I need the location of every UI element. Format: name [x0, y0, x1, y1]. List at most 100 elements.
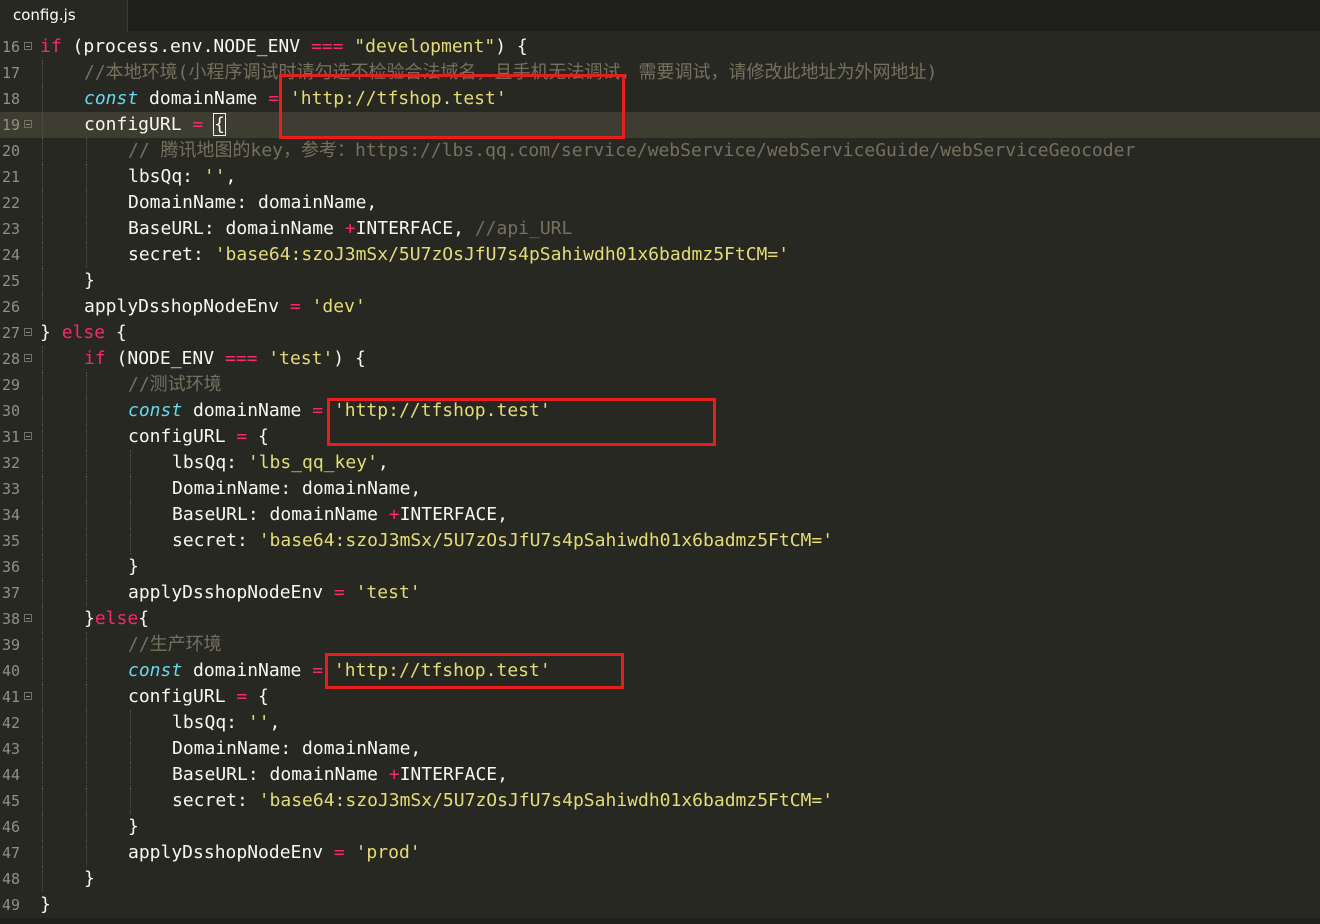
code-token: }: [128, 556, 139, 577]
fold-toggle-icon[interactable]: [24, 354, 32, 362]
indent-guide: [42, 684, 43, 710]
code-token: +: [388, 504, 400, 525]
indent-guide: [86, 398, 87, 424]
code-line[interactable]: 25}: [0, 268, 1320, 294]
indent-guide: [86, 658, 87, 684]
indent-guide: [42, 398, 43, 424]
code-line[interactable]: 43 DomainName: domainName,: [0, 736, 1320, 762]
code-token: DomainName: domainName,: [172, 478, 422, 499]
code-token: applyDsshopNodeEnv: [128, 582, 334, 603]
line-number: 18: [1, 90, 20, 108]
code-token: //api_URL: [474, 218, 573, 239]
code-line[interactable]: 44 BaseURL: domainName +INTERFACE,: [0, 762, 1320, 788]
code-token: INTERFACE,: [355, 218, 475, 239]
line-number: 30: [1, 402, 20, 420]
code-line[interactable]: 33 DomainName: domainName,: [0, 476, 1320, 502]
line-number: 20: [1, 142, 20, 160]
code-token: secret:: [172, 530, 259, 551]
code-token: lbsQq:: [128, 166, 204, 187]
code-line[interactable]: 40 const domainName = 'http://tfshop.test…: [0, 658, 1320, 684]
indent-guide: [86, 242, 87, 268]
code-line[interactable]: 39 //生产环境: [0, 632, 1320, 658]
code-line[interactable]: 19 configURL = {: [0, 112, 1320, 138]
code-token: domainName: [182, 660, 313, 681]
tab-bar: config.js: [0, 0, 1320, 31]
fold-toggle-icon[interactable]: [24, 692, 32, 700]
line-number: 26: [1, 298, 20, 316]
indent-guide: [86, 372, 87, 398]
code-line[interactable]: 32 lbsQq: 'lbs_qq_key',: [0, 450, 1320, 476]
line-number: 25: [1, 272, 20, 290]
indent-guide: [86, 840, 87, 866]
code-line[interactable]: 37 applyDsshopNodeEnv = 'test': [0, 580, 1320, 606]
code-line[interactable]: 21 lbsQq: '',: [0, 164, 1320, 190]
code-token: }: [84, 868, 95, 889]
code-line[interactable]: 16 if (process.env.NODE_ENV === "developm…: [0, 34, 1320, 60]
tab-config-js[interactable]: config.js: [0, 0, 128, 31]
code-line[interactable]: 45 secret: 'base64:szoJ3mSx/5U7zOsJfU7s4p…: [0, 788, 1320, 814]
fold-toggle-icon[interactable]: [24, 328, 32, 336]
code-token: configURL: [84, 114, 193, 135]
code-line[interactable]: 26 applyDsshopNodeEnv = 'dev': [0, 294, 1320, 320]
code-editor[interactable]: 16 if (process.env.NODE_ENV === "developm…: [0, 34, 1320, 924]
code-token: ===: [224, 348, 258, 369]
code-line[interactable]: 46}: [0, 814, 1320, 840]
indent-guide: [42, 86, 43, 112]
code-line[interactable]: 24 secret: 'base64:szoJ3mSx/5U7zOsJfU7s4p…: [0, 242, 1320, 268]
indent-guide: [42, 60, 43, 86]
code-line[interactable]: 22 DomainName: domainName,: [0, 190, 1320, 216]
code-line[interactable]: 47 applyDsshopNodeEnv = 'prod': [0, 840, 1320, 866]
code-text: configURL = {: [128, 684, 269, 710]
code-line[interactable]: 35 secret: 'base64:szoJ3mSx/5U7zOsJfU7s4p…: [0, 528, 1320, 554]
indent-guide: [86, 684, 87, 710]
code-token: =: [192, 114, 204, 135]
indent-guide: [42, 606, 43, 632]
indent-guide: [42, 242, 43, 268]
code-token: 'lbs_qq_key': [247, 452, 378, 473]
code-text: }else{: [84, 606, 149, 632]
code-line[interactable]: 17//本地环境(小程序调试时请勾选不检验合法域名，且手机无法调试，需要调试，请…: [0, 60, 1320, 86]
code-line[interactable]: 36}: [0, 554, 1320, 580]
code-line[interactable]: 41 configURL = {: [0, 684, 1320, 710]
fold-toggle-icon[interactable]: [24, 614, 32, 622]
code-token: BaseURL: domainName: [172, 764, 389, 785]
code-line[interactable]: 20 // 腾讯地图的key，参考：https://lbs.qq.com/serv…: [0, 138, 1320, 164]
line-number: 37: [1, 584, 20, 602]
code-token: BaseURL: domainName: [128, 218, 345, 239]
code-line[interactable]: 27} else {: [0, 320, 1320, 346]
code-text: lbsQq: 'lbs_qq_key',: [172, 450, 389, 476]
code-line[interactable]: 28 if (NODE_ENV === 'test') {: [0, 346, 1320, 372]
code-text: BaseURL: domainName +INTERFACE, //api_UR…: [128, 216, 572, 242]
code-line[interactable]: 38}else{: [0, 606, 1320, 632]
code-line[interactable]: 49}: [0, 892, 1320, 918]
code-token: {: [138, 608, 150, 629]
code-token: lbsQq:: [172, 452, 248, 473]
indent-guide: [130, 502, 131, 528]
code-line[interactable]: 42 lbsQq: '',: [0, 710, 1320, 736]
indent-guide: [86, 554, 87, 580]
code-line[interactable]: 48}: [0, 866, 1320, 892]
indent-guide: [42, 736, 43, 762]
indent-guide: [42, 138, 43, 164]
code-token: const: [128, 660, 183, 681]
indent-guide: [86, 164, 87, 190]
line-number: 48: [1, 870, 20, 888]
fold-toggle-icon[interactable]: [24, 120, 32, 128]
code-token: +: [388, 764, 400, 785]
highlight-box-development-url: [279, 74, 625, 139]
line-number: 46: [1, 818, 20, 836]
indent-guide: [86, 216, 87, 242]
code-token: }: [40, 894, 51, 915]
fold-toggle-icon[interactable]: [24, 42, 32, 50]
code-text: DomainName: domainName,: [172, 476, 421, 502]
code-line[interactable]: 34 BaseURL: domainName +INTERFACE,: [0, 502, 1320, 528]
code-line[interactable]: 18 const domainName = 'http://tfshop.test…: [0, 86, 1320, 112]
code-token: //测试环境: [128, 374, 222, 395]
fold-toggle-icon[interactable]: [24, 432, 32, 440]
code-line[interactable]: 29 //测试环境: [0, 372, 1320, 398]
highlight-box-test-url: [327, 398, 716, 446]
code-token: if: [40, 36, 62, 57]
line-number: 34: [1, 506, 20, 524]
code-line[interactable]: 23 BaseURL: domainName +INTERFACE, //api_…: [0, 216, 1320, 242]
